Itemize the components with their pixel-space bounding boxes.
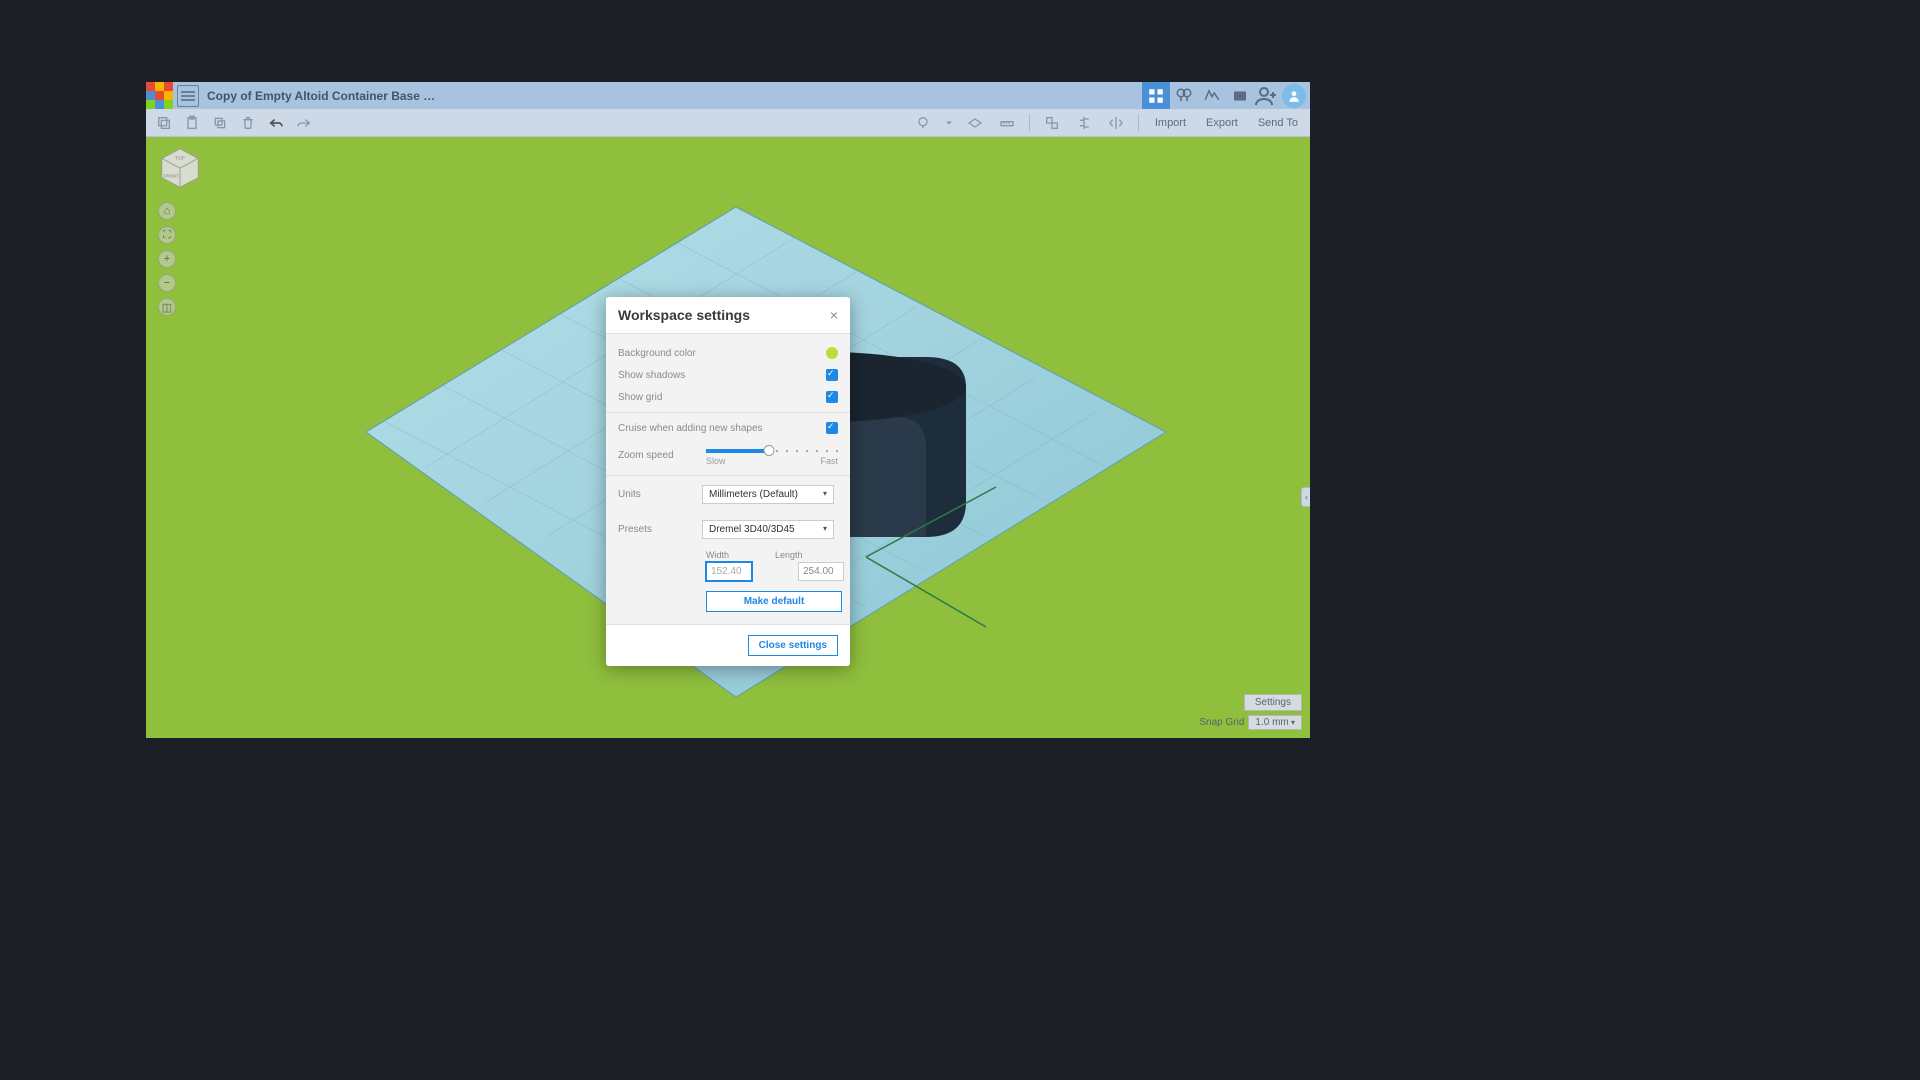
cruise-label: Cruise when adding new shapes [618,423,826,434]
document-title[interactable]: Copy of Empty Altoid Container Base … [207,89,435,103]
zoom-in-icon[interactable]: + [158,250,176,268]
3d-canvas[interactable]: TOP FRONT ⌂ ⛶ + − ◫ [146,137,1310,738]
action-toolbar: Import Export Send To [146,109,1310,137]
zoom-slow-label: Slow [706,456,726,466]
delete-icon[interactable] [236,111,260,135]
import-button[interactable]: Import [1147,117,1194,129]
snap-grid-label: Snap Grid [1199,717,1244,728]
redo-icon[interactable] [292,111,316,135]
close-settings-button[interactable]: Close settings [748,635,838,656]
presets-select[interactable]: Dremel 3D40/3D45 [702,520,834,539]
export-button[interactable]: Export [1198,117,1246,129]
units-label: Units [618,489,702,500]
make-default-button[interactable]: Make default [706,591,842,612]
svg-text:FRONT: FRONT [164,174,179,179]
mirror-icon[interactable] [1104,111,1128,135]
blocks-icon[interactable] [1198,82,1226,109]
send-to-button[interactable]: Send To [1250,117,1306,129]
workplane-tool-icon[interactable] [963,111,987,135]
align-icon[interactable] [1072,111,1096,135]
design-list-icon[interactable] [177,85,199,107]
close-icon[interactable]: × [830,307,838,323]
width-label: Width [706,550,729,560]
show-grid-checkbox[interactable] [826,391,838,403]
ruler-tool-icon[interactable] [995,111,1019,135]
view-cube[interactable]: TOP FRONT [156,145,204,193]
undo-icon[interactable] [264,111,288,135]
zoom-speed-slider[interactable] [706,450,838,452]
fit-view-icon[interactable]: ⛶ [158,226,176,244]
edit-grid-button[interactable]: Settings [1244,694,1302,711]
cruise-checkbox[interactable] [826,422,838,434]
ortho-view-icon[interactable]: ◫ [158,298,176,316]
length-input[interactable] [798,562,844,581]
bg-color-swatch[interactable] [826,347,838,359]
side-panel-toggle[interactable]: ‹ [1301,487,1310,507]
invite-icon[interactable] [1254,84,1278,108]
visibility-dropdown-icon[interactable] [943,111,955,135]
duplicate-icon[interactable] [208,111,232,135]
show-grid-label: Show grid [618,392,826,403]
zoom-out-icon[interactable]: − [158,274,176,292]
width-input[interactable] [706,562,752,581]
bricks-icon[interactable] [1170,82,1198,109]
zoom-speed-label: Zoom speed [618,450,706,461]
gallery-icon[interactable] [1226,82,1254,109]
snap-grid-select[interactable]: 1.0 mm [1248,715,1302,730]
length-label: Length [775,550,803,560]
paste-icon[interactable] [180,111,204,135]
units-select[interactable]: Millimeters (Default) [702,485,834,504]
visibility-icon[interactable] [911,111,935,135]
top-bar: Copy of Empty Altoid Container Base … [146,82,1310,109]
dialog-title: Workspace settings [618,307,750,323]
user-avatar[interactable] [1282,84,1306,108]
workspace-settings-dialog: Workspace settings × Background color Sh… [606,297,850,666]
copy-icon[interactable] [152,111,176,135]
zoom-fast-label: Fast [820,456,838,466]
app-logo[interactable] [146,82,173,109]
grid-view-icon[interactable] [1142,82,1170,109]
show-shadows-checkbox[interactable] [826,369,838,381]
home-view-icon[interactable]: ⌂ [158,202,176,220]
group-icon[interactable] [1040,111,1064,135]
show-shadows-label: Show shadows [618,370,826,381]
bg-color-label: Background color [618,348,826,359]
svg-text:TOP: TOP [175,155,185,161]
presets-label: Presets [618,524,702,535]
